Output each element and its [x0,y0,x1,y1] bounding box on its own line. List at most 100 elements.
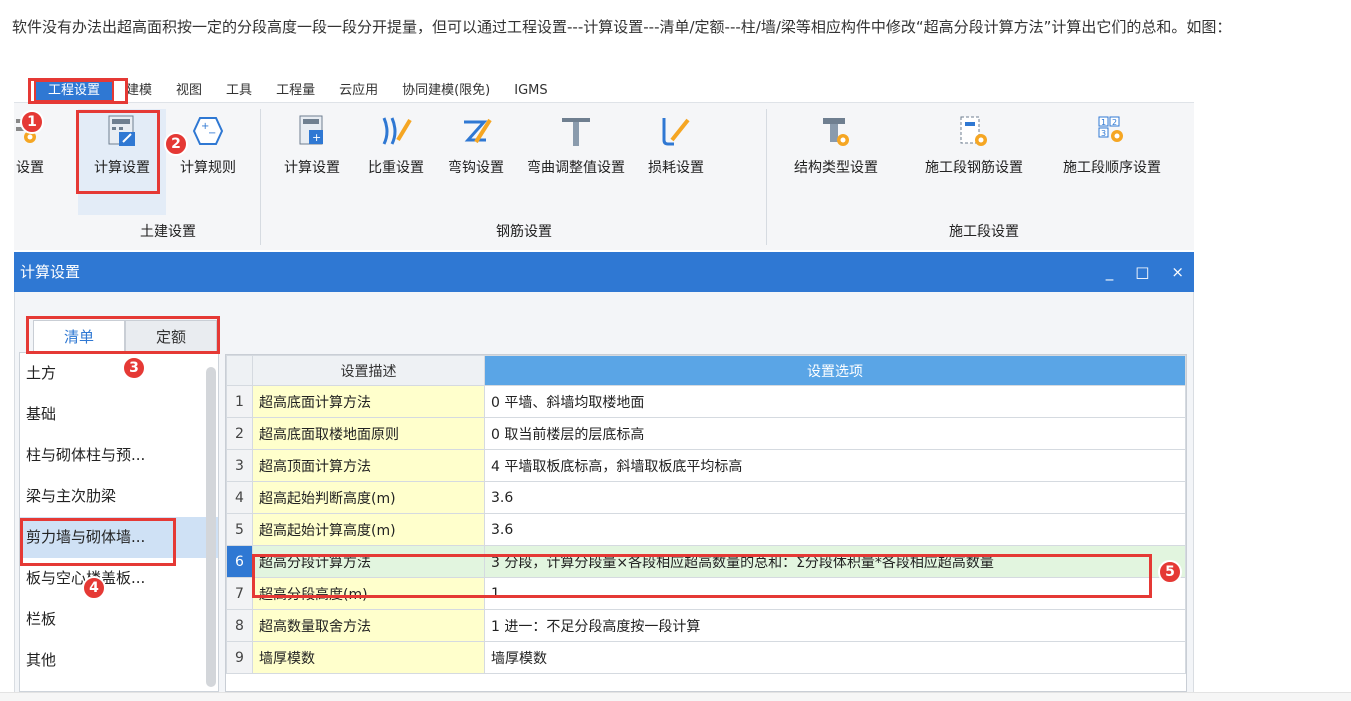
list-item-beam[interactable]: 梁与主次肋梁 [20,476,218,517]
svg-text:3: 3 [1101,129,1106,138]
row-number: 7 [226,577,253,610]
tab-tools[interactable]: 工具 [214,80,264,102]
tab-quantity[interactable]: 工程量 [264,80,327,102]
group-label-rebar: 钢筋设置 [496,224,552,240]
group-separator [260,109,261,245]
row-description: 超高起始判断高度(m) [252,481,485,514]
rebar-hook-icon [454,109,498,153]
row-number: 4 [226,481,253,514]
rebar-calc-settings-button[interactable]: + 计算设置 [272,109,352,177]
group-separator [766,109,767,245]
table-row[interactable]: 9 墙厚模数 墙厚模数 [226,641,1186,674]
stage-rebar-button[interactable]: 施工段钢筋设置 [910,109,1038,177]
stage-rebar-icon [952,109,996,153]
table-row[interactable]: 2 超高底面取楼地面原则 0 取当前楼层的层底标高 [226,417,1186,450]
struct-type-button[interactable]: 结构类型设置 [780,109,892,177]
row-value[interactable]: 墙厚模数 [484,641,1186,674]
row-value[interactable]: 1 进一：不足分段高度按一段计算 [484,609,1186,642]
density-settings-label: 比重设置 [368,160,424,176]
calc-settings-window-title: 计算设置 _ □ × [14,252,1194,292]
step-badge-3: 3 [122,356,146,380]
highlight-box [252,554,1152,598]
row-number: 1 [226,385,253,418]
density-settings-button[interactable]: 比重设置 [358,109,434,177]
row-number: 9 [226,641,253,674]
rebar-bend-icon [554,109,598,153]
table-row[interactable]: 3 超高顶面计算方法 4 平墙取板底标高，斜墙取板底平均标高 [226,449,1186,482]
hook-settings-label: 弯钩设置 [448,160,504,176]
svg-text:1: 1 [1101,118,1106,127]
row-number: 3 [226,449,253,482]
rebar-loss-icon [654,109,698,153]
maximize-icon[interactable]: □ [1135,252,1149,292]
stage-order-label: 施工段顺序设置 [1063,160,1161,176]
struct-type-label: 结构类型设置 [794,160,878,176]
tab-collab[interactable]: 协同建模(限免) [390,80,502,102]
calc-rules-label: 计算规则 [180,160,236,176]
list-item-other[interactable]: 其他 [20,640,218,681]
step-badge-4: 4 [82,576,106,600]
row-number: 6 [226,545,253,578]
ribbon-body: 设置 计算设置 + − 计算规则 + 计算设置 比重设置 弯钩设置 弯曲调整值设… [14,102,1194,250]
list-item-foundation[interactable]: 基础 [20,394,218,435]
rebar-calc-settings-label: 计算设置 [284,160,340,176]
close-icon[interactable]: × [1171,252,1184,292]
row-description: 超高顶面计算方法 [252,449,485,482]
step-badge-2: 2 [164,132,188,156]
row-description: 超高数量取舍方法 [252,609,485,642]
svg-text:2: 2 [1112,118,1117,127]
table-header-row: 设置描述 设置选项 [226,355,1186,386]
row-number: 2 [226,417,253,450]
ribbon: 工程设置 建模 视图 工具 工程量 云应用 协同建模(限免) IGMS 设置 计… [14,80,1194,250]
tab-igms[interactable]: IGMS [502,80,559,102]
calculator-icon: + [290,109,334,153]
bend-adjust-button[interactable]: 弯曲调整值设置 [520,109,632,177]
highlight-box [26,316,220,354]
row-value[interactable]: 4 平墙取板底标高，斜墙取板底平均标高 [484,449,1186,482]
row-description: 墙厚模数 [252,641,485,674]
loss-settings-label: 损耗设置 [648,160,704,176]
table-row[interactable]: 1 超高底面计算方法 0 平墙、斜墙均取楼地面 [226,385,1186,418]
row-value[interactable]: 0 平墙、斜墙均取楼地面 [484,385,1186,418]
list-item-column[interactable]: 柱与砌体柱与预... [20,435,218,476]
header-corner [226,355,253,386]
tab-view[interactable]: 视图 [164,80,214,102]
stage-order-button[interactable]: 123 施工段顺序设置 [1048,109,1176,177]
rebar-density-icon [374,109,418,153]
svg-text:−: − [208,128,216,139]
intro-text: 软件没有办法出超高面积按一定的分段高度一段一段分开提量，但可以通过工程设置---… [12,18,1232,36]
step-badge-1: 1 [20,110,44,134]
highlight-box [28,78,128,104]
row-value[interactable]: 3.6 [484,513,1186,546]
list-item-earthwork[interactable]: 土方 [20,353,218,394]
header-option: 设置选项 [484,355,1186,386]
row-number: 5 [226,513,253,546]
window-title: 计算设置 [20,263,81,281]
step-badge-5: 5 [1158,560,1182,584]
header-description: 设置描述 [252,355,485,386]
stage-rebar-label: 施工段钢筋设置 [925,160,1023,176]
loss-settings-button[interactable]: 损耗设置 [638,109,714,177]
settings-table: 设置描述 设置选项 1 超高底面计算方法 0 平墙、斜墙均取楼地面 2 超高底面取楼地… [226,355,1186,674]
list-item-parapet[interactable]: 栏板 [20,599,218,640]
row-value[interactable]: 3.6 [484,481,1186,514]
group-label-civil: 土建设置 [140,224,196,240]
table-row[interactable]: 8 超高数量取舍方法 1 进一：不足分段高度按一段计算 [226,609,1186,642]
group-label-stage: 施工段设置 [949,224,1019,240]
table-row[interactable]: 4 超高起始判断高度(m) 3.6 [226,481,1186,514]
bend-adjust-label: 弯曲调整值设置 [527,160,625,176]
hook-settings-button[interactable]: 弯钩设置 [438,109,514,177]
svg-text:+: + [312,131,321,144]
row-description: 超高起始计算高度(m) [252,513,485,546]
row-value[interactable]: 0 取当前楼层的层底标高 [484,417,1186,450]
stage-order-icon: 123 [1090,109,1134,153]
calc-rules-icon: + − [186,109,230,153]
row-number: 8 [226,609,253,642]
table-row[interactable]: 5 超高起始计算高度(m) 3.6 [226,513,1186,546]
settings-grid: 设置描述 设置选项 1 超高底面计算方法 0 平墙、斜墙均取楼地面 2 超高底面取楼地… [225,354,1187,692]
tab-cloud[interactable]: 云应用 [327,80,390,102]
minimize-icon[interactable]: _ [1106,252,1114,292]
page-footer-strip [0,692,1351,701]
structure-type-icon [814,109,858,153]
list-scrollbar[interactable] [206,367,216,687]
